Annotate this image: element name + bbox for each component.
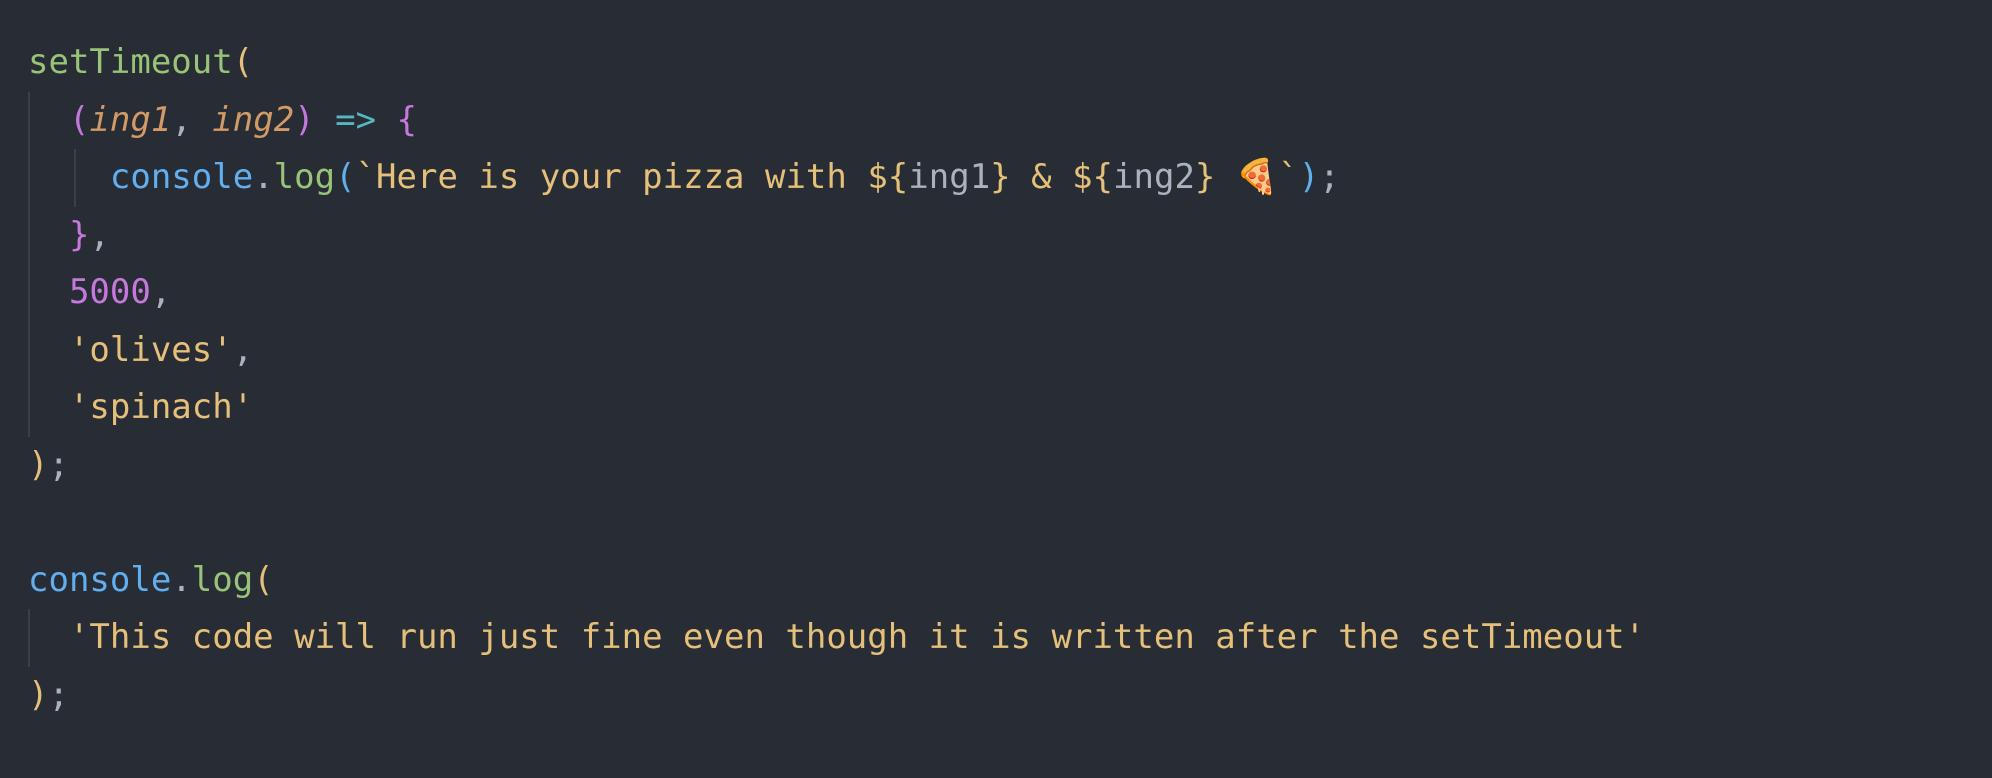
paren-open: ( xyxy=(68,99,90,140)
string-literal: 'This code will run just fine even thoug… xyxy=(68,617,1646,657)
code-line-3: console.log(`Here is your pizza with ${i… xyxy=(28,149,1992,207)
dot: . xyxy=(253,157,274,197)
template-string: ` xyxy=(1278,157,1299,197)
log-method: log xyxy=(191,559,254,600)
comma: , xyxy=(89,214,110,255)
comma: , xyxy=(171,99,213,140)
code-line-6: 'olives', xyxy=(28,321,1992,379)
var-ing1: ing1 xyxy=(908,157,991,197)
semicolon: ; xyxy=(48,674,69,715)
code-line-5: 5000, xyxy=(28,264,1992,322)
var-ing2: ing2 xyxy=(1113,157,1195,197)
semicolon: ; xyxy=(48,444,69,485)
interp-open: ${ xyxy=(1072,157,1114,197)
console-object: console xyxy=(28,559,172,600)
indent-guide xyxy=(74,149,76,207)
number-literal: 5000 xyxy=(68,272,151,312)
param-ing2: ing2 xyxy=(212,99,295,140)
string-literal: 'spinach' xyxy=(68,387,254,427)
template-string: & xyxy=(1010,157,1073,197)
console-object: console xyxy=(109,157,254,197)
code-line-1: setTimeout( xyxy=(28,34,1992,92)
code-line-8: ); xyxy=(28,437,1992,495)
paren-open: ( xyxy=(232,42,254,82)
paren-open: ( xyxy=(253,559,274,600)
interp-close: } xyxy=(1194,157,1216,197)
indent-guide xyxy=(28,609,30,667)
pizza-emoji-icon: 🍕 xyxy=(1235,157,1279,197)
string-literal: 'olives' xyxy=(68,329,233,370)
brace-close: } xyxy=(68,214,90,255)
semicolon: ; xyxy=(1319,157,1340,197)
dot: . xyxy=(171,559,192,600)
code-editor[interactable]: setTimeout( (ing1, ing2) => { console.lo… xyxy=(0,0,1992,778)
code-line-10: console.log( xyxy=(28,552,1992,610)
code-line-11: 'This code will run just fine even thoug… xyxy=(28,609,1992,667)
comma: , xyxy=(232,329,254,370)
paren-close: ) xyxy=(28,444,49,485)
code-line-12: ); xyxy=(28,667,1992,725)
interp-close: } xyxy=(990,157,1011,197)
template-string: `Here is your pizza with xyxy=(355,157,868,197)
comma: , xyxy=(150,272,172,312)
indent-guide xyxy=(28,264,30,322)
paren-close: ) xyxy=(28,674,49,715)
indent-guide xyxy=(28,91,30,149)
code-line-4: }, xyxy=(28,206,1992,264)
indent-guide xyxy=(28,379,30,437)
arrow-operator: => xyxy=(314,99,397,140)
paren-open: ( xyxy=(335,157,356,197)
param-ing1: ing1 xyxy=(89,99,172,140)
paren-close: ) xyxy=(1298,157,1320,197)
brace-open: { xyxy=(396,99,418,140)
code-line-7: 'spinach' xyxy=(28,379,1992,437)
indent-guide xyxy=(28,149,30,207)
indent-guide xyxy=(28,206,30,264)
paren-close: ) xyxy=(294,99,315,140)
log-method: log xyxy=(273,157,336,197)
indent-guide xyxy=(28,321,30,379)
interp-open: ${ xyxy=(867,157,909,197)
function-name: setTimeout xyxy=(28,42,233,82)
template-string xyxy=(1215,157,1235,197)
code-line-2: (ing1, ing2) => { xyxy=(28,91,1992,149)
